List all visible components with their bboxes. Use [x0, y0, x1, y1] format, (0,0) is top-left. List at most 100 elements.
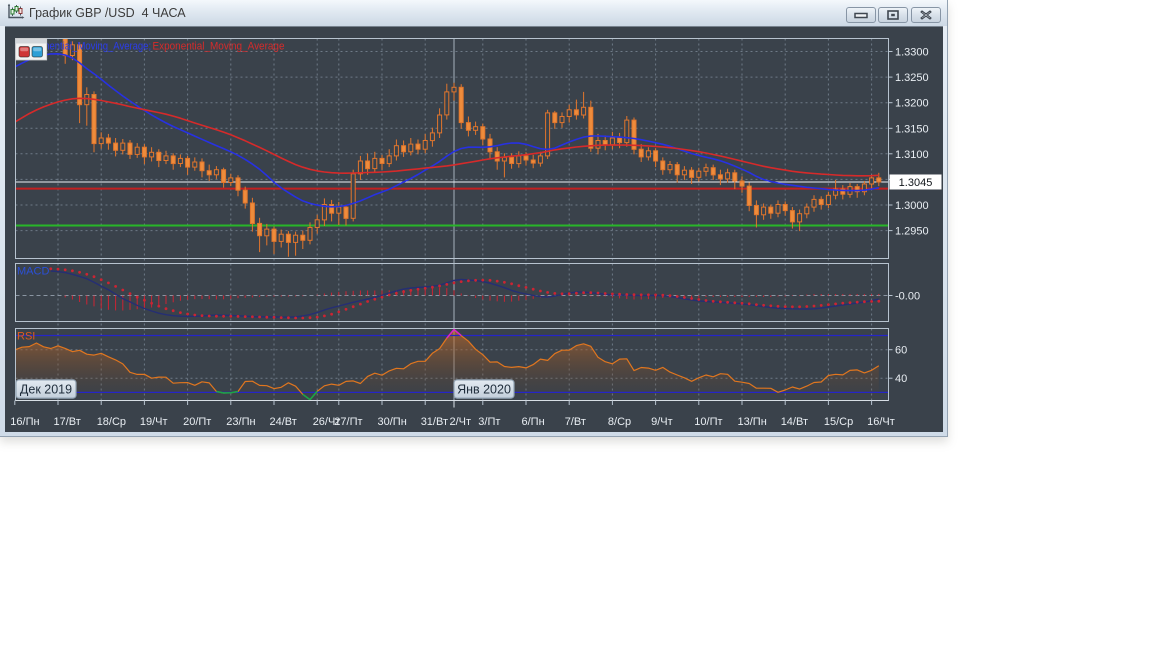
date-axis-label: 19/Чт [140, 416, 168, 428]
candle [588, 100, 594, 152]
macd-signal-dot [222, 314, 226, 318]
candle-body [84, 94, 90, 106]
close-icon [920, 10, 932, 20]
candle-body [566, 109, 572, 118]
date-axis-label: 24/Вт [270, 416, 297, 428]
macd-signal-dot [855, 300, 859, 304]
month-box-label: Янв 2020 [457, 382, 511, 396]
candle-body [660, 160, 666, 171]
candle-body [264, 228, 270, 237]
candle-body [753, 205, 759, 216]
macd-signal-dot [668, 294, 672, 298]
macd-signal-dot [870, 300, 873, 303]
candle-body [710, 167, 716, 176]
candle-body [552, 112, 558, 124]
macd-signal-dot [647, 293, 650, 297]
macd-signal-dot [287, 316, 290, 320]
candle-body [228, 177, 234, 183]
macd-signal-dot [467, 279, 470, 283]
candle-body [134, 146, 140, 155]
candle-body [271, 228, 277, 242]
date-axis-label: 27/Пт [334, 416, 362, 428]
macd-signal-dot [639, 293, 643, 297]
candle-body [170, 155, 176, 165]
macd-signal-dot [625, 293, 629, 296]
candle-body [199, 161, 205, 172]
macd-signal-dot [431, 285, 434, 289]
candle-body [602, 140, 608, 146]
macd-signal-dot [272, 315, 276, 319]
candle-body [149, 151, 155, 158]
macd-signal-dot [517, 284, 521, 288]
macd-signal-dot [63, 268, 67, 272]
candle-body [307, 227, 313, 241]
macd-signal-dot [827, 303, 830, 306]
candle-body [163, 155, 169, 161]
macd-signal-dot [258, 315, 261, 319]
macd-signal-dot [531, 287, 535, 291]
macd-signal-dot [711, 299, 715, 303]
candle-body [717, 174, 723, 180]
macd-signal-dot [135, 295, 139, 299]
candle-body [213, 169, 219, 176]
macd-signal-dot [769, 304, 773, 308]
chart-client-area[interactable]: 1.33001.32501.32001.31501.31001.30501.30… [5, 26, 943, 432]
minimize-icon [854, 12, 868, 19]
macd-signal-dot [510, 282, 513, 286]
price-axis-label: 1.3150 [895, 123, 929, 135]
candle-body [573, 109, 579, 116]
candle-body [408, 143, 414, 153]
candle-body [804, 206, 810, 215]
candle-body [372, 157, 378, 170]
macd-signal-dot [747, 302, 751, 306]
candle-body [761, 206, 767, 216]
macd-signal-dot [733, 301, 737, 305]
macd-signal-dot [459, 280, 463, 283]
macd-signal-dot [704, 299, 708, 302]
candle-body [242, 189, 248, 204]
macd-signal-dot [193, 313, 197, 317]
macd-signal-dot [805, 305, 809, 308]
macd-signal-dot [582, 291, 585, 295]
macd-signal-dot [251, 315, 254, 319]
macd-signal-dot [323, 314, 326, 318]
candle-body [185, 157, 191, 168]
candle-body [595, 140, 601, 149]
macd-signal-dot [71, 269, 74, 273]
candle-body [624, 119, 630, 144]
candle-body [797, 213, 803, 223]
mini-toolbar-titlebar [15, 38, 47, 44]
minimize-button[interactable] [846, 7, 876, 23]
window-titlebar[interactable]: График GBP /USD 4 ЧАСА [0, 0, 947, 26]
price-axis-label: 1.3100 [895, 149, 929, 161]
candle-body [235, 177, 241, 191]
macd-signal-dot [834, 302, 837, 306]
candle-body [768, 206, 774, 214]
date-axis-label: 8/Ср [608, 416, 631, 428]
candle-body [739, 180, 745, 187]
date-axis-label: 3/Пт [478, 416, 500, 428]
macd-signal-dot [495, 279, 499, 283]
candle-body [393, 145, 399, 157]
macd-signal-dot [265, 315, 269, 319]
macd-signal-dot [150, 301, 154, 305]
candle-body [429, 132, 435, 142]
candle-body [192, 161, 198, 168]
restore-button[interactable] [878, 7, 908, 23]
macd-signal-dot [308, 316, 312, 320]
date-axis-label: 14/Вт [781, 416, 808, 428]
macd-signal-dot [438, 284, 441, 288]
macd-signal-dot [560, 292, 564, 296]
chart-canvas[interactable]: 1.33001.32501.32001.31501.31001.30501.30… [5, 27, 943, 432]
candle-body [156, 151, 162, 162]
macd-signal-dot [524, 286, 528, 289]
macd-signal-dot [740, 301, 744, 305]
macd-signal-dot [654, 293, 657, 297]
candle-body [113, 142, 119, 151]
candle-body [401, 145, 407, 153]
macd-signal-dot [56, 267, 60, 271]
close-button[interactable] [911, 7, 941, 23]
macd-signal-dot [798, 305, 801, 309]
macd-signal-dot [366, 300, 369, 303]
macd-signal-dot [877, 299, 881, 303]
